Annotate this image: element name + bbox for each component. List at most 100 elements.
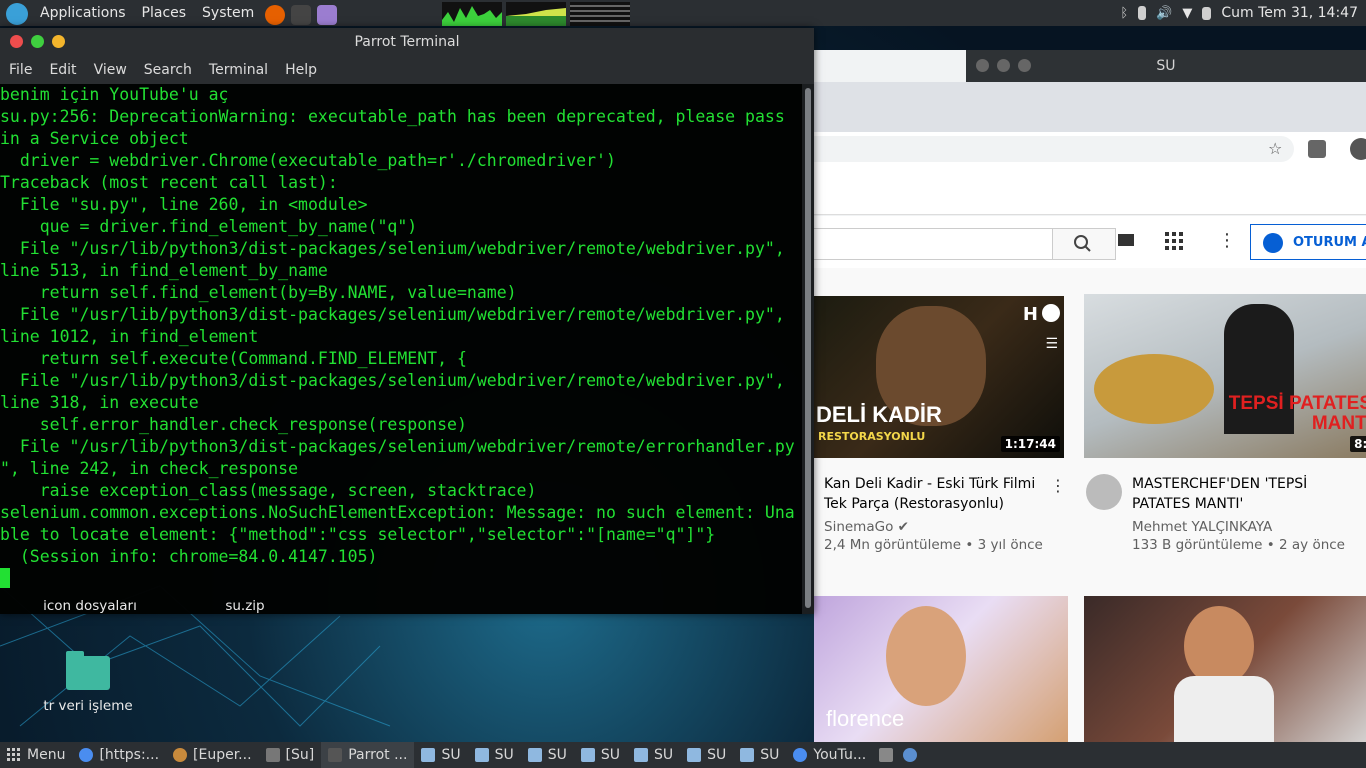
taskbar-item[interactable]: SU: [414, 742, 467, 768]
desktop-icon-icon-dosyalari[interactable]: icon dosyaları: [40, 598, 140, 614]
wifi-icon[interactable]: ▼: [1182, 6, 1192, 21]
taskbar-item-active[interactable]: Parrot ...: [321, 742, 415, 768]
video-title[interactable]: MASTERCHEF'DEN 'TEPSİ PATATES MANTI': [1132, 474, 1352, 514]
extension-icon[interactable]: [1308, 140, 1326, 158]
channel-avatar[interactable]: [1086, 474, 1122, 510]
profile-icon[interactable]: [1350, 138, 1366, 160]
menu-button[interactable]: Menu: [0, 742, 72, 768]
window-icon: [740, 748, 755, 762]
video-thumbnail[interactable]: TEPSİ PATATES MANTI 8:55: [1084, 294, 1366, 458]
video-title[interactable]: Kan Deli Kadir - Eski Türk Filmi Tek Par…: [824, 474, 1052, 514]
video-thumbnail[interactable]: [1084, 596, 1366, 742]
maximize-icon[interactable]: [31, 35, 44, 48]
add-to-queue-icon[interactable]: ☰: [1045, 336, 1058, 352]
verified-icon: ✔: [897, 519, 909, 535]
clock[interactable]: Cum Tem 31, 14:47: [1221, 5, 1358, 21]
taskbar-item[interactable]: [Euper...: [166, 742, 259, 768]
taskbar-item[interactable]: YouTu...: [786, 742, 873, 768]
folder-icon: [265, 748, 280, 762]
taskbar-item[interactable]: SU: [521, 742, 574, 768]
firefox-icon[interactable]: [265, 5, 286, 25]
parrot-logo-icon[interactable]: [6, 3, 28, 25]
folder-icon: [66, 651, 110, 690]
window-icon: [527, 748, 542, 762]
channel-name[interactable]: Mehmet YALÇINKAYA: [1132, 518, 1272, 536]
bottom-taskbar: Menu [https:... [Euper... [Su] Parrot ..…: [0, 742, 1366, 768]
more-options-icon[interactable]: ⋮: [1218, 230, 1236, 251]
minimize-icon[interactable]: [1018, 59, 1031, 72]
text-editor-icon[interactable]: [317, 5, 338, 25]
window-icon: [580, 748, 595, 762]
terminal-icon: [328, 748, 343, 762]
thumbnail-text: florence: [826, 706, 905, 731]
channel-name[interactable]: SinemaGo ✔: [824, 518, 909, 536]
battery-icon[interactable]: [1202, 6, 1212, 20]
microphone-icon[interactable]: [1138, 6, 1147, 20]
video-thumbnail[interactable]: florence: [814, 596, 1068, 742]
taskbar-item[interactable]: SU: [574, 742, 627, 768]
taskbar-item[interactable]: SU: [468, 742, 521, 768]
window-icon: [687, 748, 702, 762]
desktop-icon-su-zip[interactable]: su.zip: [205, 598, 285, 614]
workspace-icon[interactable]: [879, 748, 894, 762]
menu-terminal[interactable]: Terminal: [200, 62, 276, 78]
address-bar[interactable]: [814, 136, 1294, 162]
terminal-menubar: File Edit View Search Terminal Help: [0, 56, 814, 84]
scrollbar-thumb[interactable]: [805, 88, 811, 608]
places-menu[interactable]: Places: [134, 0, 195, 26]
account-icon: [1263, 233, 1283, 253]
bluetooth-icon[interactable]: ᛒ: [1120, 6, 1128, 21]
terminal-title: Parrot Terminal: [354, 34, 460, 50]
youtube-video-grid: DELİ KADİR RESTORASYONLU H ☰ 1:17:44 Kan…: [814, 268, 1366, 742]
volume-icon[interactable]: 🔊: [1156, 6, 1172, 21]
thumbnail-text: TEPSİ PATATES MANTI: [1228, 393, 1366, 434]
taskbar-item[interactable]: SU: [733, 742, 786, 768]
minimize-icon[interactable]: [52, 35, 65, 48]
bookmark-star-icon[interactable]: ☆: [1268, 139, 1282, 158]
sign-in-button[interactable]: OTURUM AÇ: [1250, 224, 1366, 260]
taskbar-item[interactable]: SU: [627, 742, 680, 768]
terminal-launcher-icon[interactable]: [291, 5, 312, 25]
video-duration: 1:17:44: [1000, 436, 1060, 452]
window-icon: [634, 748, 648, 762]
terminal-scrollbar[interactable]: [802, 84, 814, 614]
menu-search[interactable]: Search: [135, 62, 200, 78]
taskbar-item[interactable]: [Su]: [259, 742, 322, 768]
menu-file[interactable]: File: [0, 62, 40, 78]
browser-window-title: SU: [1156, 58, 1176, 74]
close-icon[interactable]: [10, 35, 23, 48]
desktop-icon-label: icon dosyaları: [43, 598, 137, 614]
watch-later-icon[interactable]: [1042, 304, 1060, 322]
menu-view[interactable]: View: [85, 62, 135, 78]
top-panel: Applications Places System ᛒ 🔊 ▼ Cum Tem…: [0, 0, 1366, 26]
tray-terminal-icon[interactable]: [903, 748, 918, 762]
automation-infobar: [814, 166, 1366, 215]
menu-edit[interactable]: Edit: [40, 62, 84, 78]
grid-menu-icon: [7, 748, 20, 761]
terminal-output: benim için YouTube'u aç su.py:256: Depre…: [0, 85, 795, 566]
search-button[interactable]: [1052, 228, 1116, 260]
desktop-icon-tr-veri-isleme[interactable]: tr veri işleme: [40, 651, 136, 714]
search-input[interactable]: [814, 228, 1053, 260]
taskbar-item[interactable]: SU: [680, 742, 733, 768]
browser-titlebar: SU: [966, 50, 1366, 82]
maximize-icon[interactable]: [997, 59, 1010, 72]
terminal-output-area[interactable]: benim için YouTube'u aç su.py:256: Depre…: [0, 84, 802, 614]
system-menu[interactable]: System: [194, 0, 262, 26]
create-video-icon[interactable]: [1118, 234, 1134, 246]
menu-help[interactable]: Help: [276, 62, 325, 78]
applications-menu[interactable]: Applications: [32, 0, 134, 26]
close-icon[interactable]: [976, 59, 989, 72]
browser-toolbar: ☆: [814, 132, 1366, 166]
video-menu-icon[interactable]: ⋮: [1050, 476, 1066, 495]
taskbar-item[interactable]: [https:...: [72, 742, 166, 768]
network-monitor-graph: [570, 2, 631, 26]
apps-grid-icon[interactable]: [1165, 232, 1183, 250]
thumbnail-subtext: RESTORASYONLU: [818, 430, 926, 443]
window-icon: [421, 748, 436, 762]
desktop-icon-label: su.zip: [225, 598, 265, 614]
desktop-icon-label: tr veri işleme: [43, 698, 133, 714]
memory-monitor-graph: [506, 2, 567, 26]
video-thumbnail[interactable]: DELİ KADİR RESTORASYONLU H ☰ 1:17:44: [814, 296, 1064, 458]
terminal-titlebar: Parrot Terminal: [0, 28, 814, 56]
